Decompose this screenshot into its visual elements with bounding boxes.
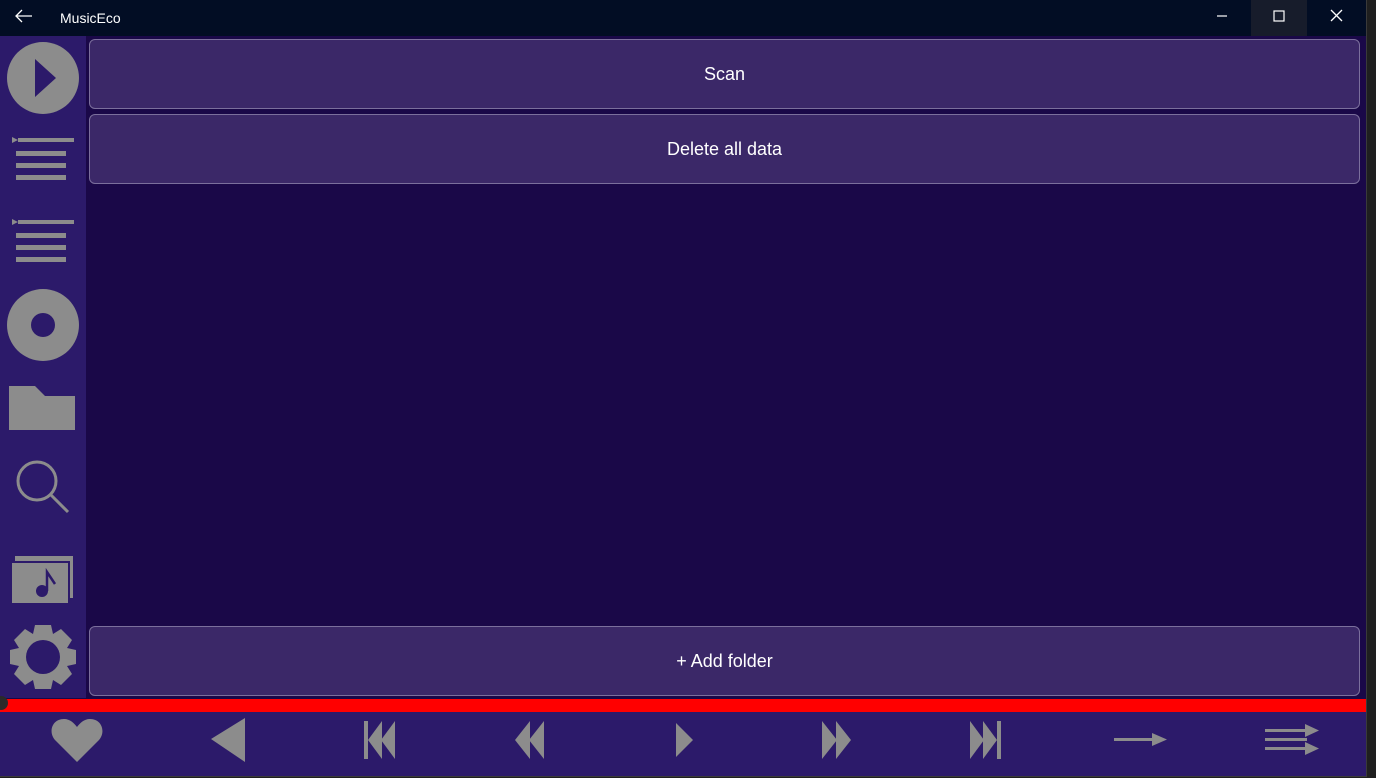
skip-previous-icon xyxy=(364,720,396,764)
playlist-icon xyxy=(12,218,74,269)
sidebar-item-playlists[interactable] xyxy=(0,208,86,278)
shuffle-icon xyxy=(1265,723,1319,761)
minimize-button[interactable] xyxy=(1194,0,1250,36)
back-button[interactable] xyxy=(4,0,44,36)
music-library-icon xyxy=(10,554,75,609)
play-button[interactable] xyxy=(645,712,725,772)
repeat-button[interactable] xyxy=(1101,712,1181,772)
close-icon xyxy=(1330,9,1343,27)
progress-bar[interactable] xyxy=(0,696,1366,712)
volume-button[interactable] xyxy=(189,712,269,772)
heart-icon xyxy=(51,717,103,768)
title-bar: MusicEco xyxy=(0,0,1366,36)
maximize-icon xyxy=(1273,9,1285,27)
play-circle-icon xyxy=(6,41,80,120)
sidebar-item-albums[interactable] xyxy=(0,288,86,367)
fast-forward-icon xyxy=(822,720,852,764)
sidebar-item-now-playing[interactable] xyxy=(0,40,86,120)
maximize-button[interactable] xyxy=(1251,0,1307,36)
rewind-icon xyxy=(515,720,545,764)
play-icon xyxy=(676,722,694,762)
app-title: MusicEco xyxy=(60,10,121,26)
sidebar-item-settings[interactable] xyxy=(0,624,86,694)
sidebar-item-queue[interactable] xyxy=(0,126,86,196)
volume-icon xyxy=(211,717,247,768)
close-button[interactable] xyxy=(1308,0,1364,36)
sidebar-item-search[interactable] xyxy=(0,456,86,522)
shuffle-button[interactable] xyxy=(1252,712,1332,772)
player-bar xyxy=(0,712,1366,776)
repeat-off-icon xyxy=(1114,732,1168,753)
arrow-left-icon xyxy=(15,9,33,28)
skip-next-button[interactable] xyxy=(946,712,1026,772)
sidebar-item-library[interactable] xyxy=(0,546,86,616)
progress-fill xyxy=(0,699,1366,712)
app-window: MusicEco Scan Delete all data + Add fold… xyxy=(0,0,1367,777)
skip-previous-button[interactable] xyxy=(340,712,420,772)
fast-forward-button[interactable] xyxy=(797,712,877,772)
rewind-button[interactable] xyxy=(490,712,570,772)
sidebar xyxy=(0,36,86,698)
add-folder-button[interactable]: + Add folder xyxy=(89,626,1360,696)
folder-icon xyxy=(9,384,77,437)
disc-icon xyxy=(6,288,80,367)
favorite-button[interactable] xyxy=(37,712,117,772)
delete-all-data-button[interactable]: Delete all data xyxy=(89,114,1360,184)
queue-list-icon xyxy=(12,136,74,187)
minimize-icon xyxy=(1216,9,1228,27)
search-icon xyxy=(13,457,73,522)
sidebar-item-folders[interactable] xyxy=(0,380,86,440)
scan-button[interactable]: Scan xyxy=(89,39,1360,109)
skip-next-icon xyxy=(970,720,1002,764)
gear-icon xyxy=(8,624,78,695)
